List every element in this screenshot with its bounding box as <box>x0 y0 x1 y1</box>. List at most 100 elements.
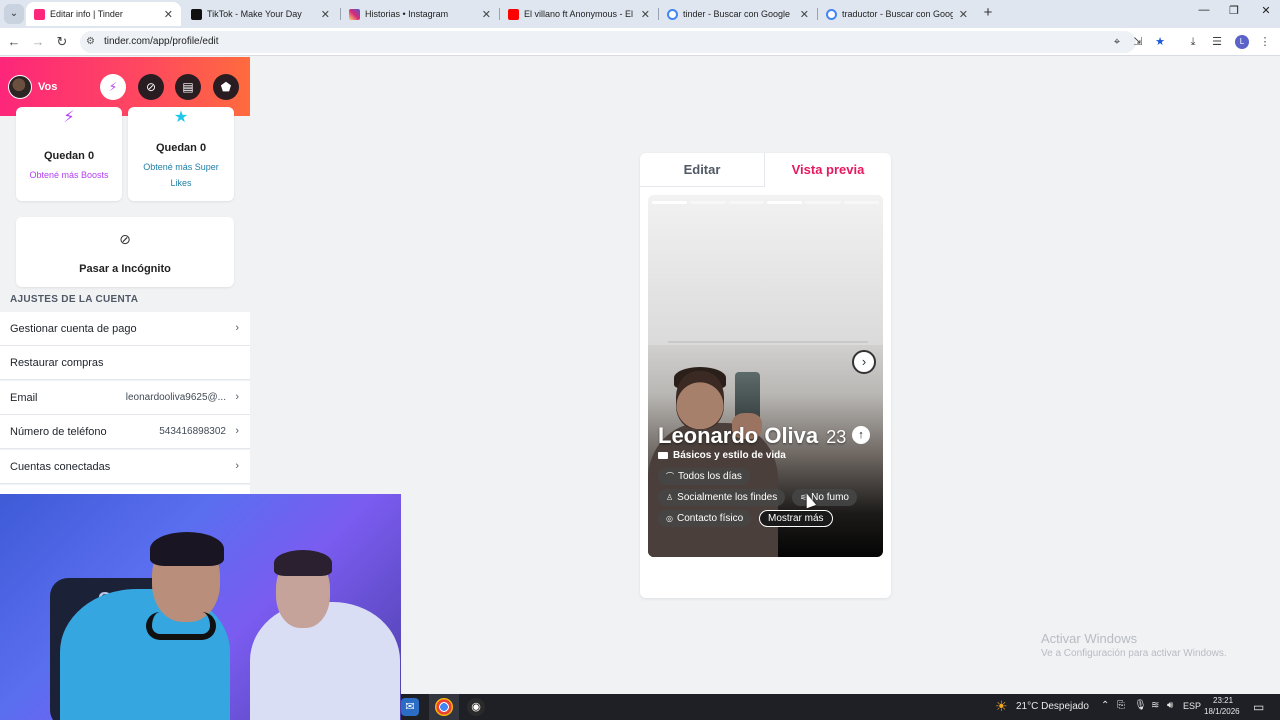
clock-date[interactable]: 18/1/2026 <box>1204 707 1240 716</box>
basics-heading: Básicos y estilo de vida <box>658 450 786 461</box>
tab-edit[interactable]: Editar <box>640 153 765 187</box>
streamer-right-body <box>250 602 400 720</box>
boosts-count: Quedan 0 <box>43 150 95 162</box>
address-toolbar: ← → ↻ ⚙ tinder.com/app/profile/edit ⌖ ⇲ … <box>0 28 1280 56</box>
weather-icon[interactable]: ☀ <box>995 698 1008 715</box>
boost-icon: ⚡ <box>63 109 75 126</box>
notifications-icon[interactable]: ▭ <box>1253 700 1264 714</box>
tab-tiktok[interactable]: TikTok - Make Your Day ✕ <box>183 2 338 26</box>
row-connected-accounts[interactable]: Cuentas conectadas › <box>0 450 250 484</box>
star-icon: ★ <box>173 109 189 126</box>
mail-app-icon[interactable]: ✉ <box>401 698 419 716</box>
wifi-icon[interactable]: ≋ <box>1151 700 1159 711</box>
chevron-right-icon: › <box>235 425 239 437</box>
row-restore-purchases[interactable]: Restaurar compras <box>0 346 250 380</box>
volume-icon[interactable]: 🔊︎ <box>1167 700 1173 711</box>
tab-title: Editar info | Tinder <box>50 9 123 19</box>
media-list-icon[interactable]: ☰ <box>1210 35 1224 49</box>
profile-photo[interactable]: › Leonardo Oliva 23 ↑ Básicos y estilo d… <box>648 195 883 557</box>
download-icon[interactable]: ⤓ <box>1186 35 1200 49</box>
tab-title: Historias • Instagram <box>365 9 449 19</box>
activate-windows-subtitle: Ve a Configuración para activar Windows. <box>1041 648 1227 659</box>
close-icon[interactable]: ✕ <box>482 8 491 21</box>
boosts-card[interactable]: ⚡ Quedan 0 Obtené más Boosts <box>16 107 122 201</box>
row-email[interactable]: Email leonardooliva9625@... › <box>0 381 250 415</box>
row-label: Gestionar cuenta de pago <box>10 323 137 335</box>
show-more-button[interactable]: Mostrar más <box>759 510 833 527</box>
language-indicator[interactable]: ESP <box>1183 701 1201 711</box>
headphones-icon <box>146 612 216 640</box>
location-icon[interactable]: ⌖ <box>1110 35 1124 49</box>
instagram-favicon-icon <box>349 8 360 20</box>
tab-tinder[interactable]: Editar info | Tinder ✕ <box>26 2 181 26</box>
super-likes-card[interactable]: ★ Quedan 0 Obtené más Super Likes <box>128 107 234 201</box>
incognito-card[interactable]: ⊘ Pasar a Incógnito <box>16 217 234 287</box>
shield-icon[interactable]: ⬟ <box>213 74 239 100</box>
minimize-icon[interactable]: — <box>1194 4 1214 16</box>
profile-avatar[interactable]: L <box>1235 35 1249 49</box>
weather-text[interactable]: 21°C Despejado <box>1016 701 1089 712</box>
back-arrow-icon[interactable]: ← <box>6 34 22 50</box>
briefcase-icon[interactable]: ▤ <box>175 74 201 100</box>
next-photo-arrow-icon[interactable]: › <box>852 350 876 374</box>
tab-youtube[interactable]: El villano ft Anonymous - El tei ✕ <box>500 2 658 26</box>
chevron-right-icon: › <box>235 391 239 403</box>
boost-icon[interactable]: ⚡ <box>100 74 126 100</box>
activate-windows-title: Activar Windows <box>1041 631 1138 646</box>
person-icon: ♙ <box>666 493 674 502</box>
user-name[interactable]: Vos <box>38 81 57 93</box>
profile-name-line: Leonardo Oliva 23 <box>658 423 846 449</box>
bookmark-star-icon[interactable]: ★ <box>1153 35 1167 49</box>
obs-icon[interactable]: ◉ <box>467 698 485 716</box>
browser-tab-strip: ⌄ Editar info | Tinder ✕ TikTok - Make Y… <box>0 0 1280 28</box>
row-label: Email <box>10 392 38 404</box>
get-super-likes-link[interactable]: Obtené más Super <box>134 159 228 175</box>
profile-age: 23 <box>826 427 847 447</box>
microphone-icon[interactable]: 🎙︎ <box>1134 700 1147 711</box>
tab-google-traductor[interactable]: traductor - Buscar con Google ✕ <box>818 2 976 26</box>
close-window-icon[interactable]: ✕ <box>1256 4 1276 17</box>
url-bar[interactable]: ⚙ tinder.com/app/profile/edit <box>80 31 1136 53</box>
eye-slash-icon: ⊘ <box>119 231 131 247</box>
tab-search-button[interactable]: ⌄ <box>4 4 24 24</box>
new-tab-button[interactable]: + <box>980 4 996 22</box>
close-icon[interactable]: ✕ <box>164 8 173 21</box>
row-payment-account[interactable]: Gestionar cuenta de pago › <box>0 312 250 346</box>
basics-label: Básicos y estilo de vida <box>673 450 786 461</box>
tab-instagram[interactable]: Historias • Instagram ✕ <box>341 2 499 26</box>
chip-smoking: ⚟ No fumo <box>792 489 857 506</box>
chevron-up-icon[interactable]: ⌃ <box>1101 700 1109 711</box>
install-app-icon[interactable]: ⇲ <box>1131 35 1145 49</box>
chip-social: ♙ Socialmente los findes <box>658 489 786 506</box>
compass-icon[interactable]: ⊘ <box>138 74 164 100</box>
youtube-favicon-icon <box>508 8 519 20</box>
email-value: leonardooliva9625@... <box>125 392 226 403</box>
chrome-icon[interactable] <box>435 698 453 716</box>
network-device-icon[interactable]: ⎘ <box>1117 700 1125 711</box>
row-label: Cuentas conectadas <box>10 461 111 473</box>
expand-profile-icon[interactable]: ↑ <box>852 426 870 444</box>
get-super-likes-link[interactable]: Likes <box>134 175 228 191</box>
menu-kebab-icon[interactable]: ⋮ <box>1258 35 1272 49</box>
tab-google-tinder[interactable]: tinder - Buscar con Google ✕ <box>659 2 817 26</box>
row-phone[interactable]: Número de teléfono 543416898302 › <box>0 415 250 449</box>
restore-icon[interactable]: ❐ <box>1224 4 1244 17</box>
drink-icon: ⌒ <box>666 472 674 481</box>
reload-icon[interactable]: ↻ <box>54 34 70 50</box>
tinder-sidebar: Vos ⚡ ⊘ ▤ ⬟ ⚡ Quedan 0 Obtené más Boosts… <box>0 57 250 494</box>
close-icon[interactable]: ✕ <box>641 8 650 21</box>
row-label: Número de teléfono <box>10 426 107 438</box>
site-info-icon[interactable]: ⚙ <box>86 36 98 48</box>
tab-preview[interactable]: Vista previa <box>765 153 891 187</box>
windows-taskbar: ✉ ◉ ☀ 21°C Despejado ⌃ ⎘ 🎙︎ ≋ 🔊︎ ESP 23:… <box>401 694 1280 720</box>
close-icon[interactable]: ✕ <box>800 8 809 21</box>
forward-arrow-icon[interactable]: → <box>30 34 46 50</box>
close-icon[interactable]: ✕ <box>959 8 968 21</box>
get-boosts-link[interactable]: Obtené más Boosts <box>22 167 116 183</box>
clock-time[interactable]: 23:21 <box>1213 696 1233 705</box>
tab-title: El villano ft Anonymous - El tei <box>524 9 635 19</box>
row-next[interactable] <box>0 485 250 494</box>
touch-icon: ◎ <box>666 514 673 523</box>
user-avatar[interactable] <box>8 75 32 99</box>
close-icon[interactable]: ✕ <box>321 8 330 21</box>
